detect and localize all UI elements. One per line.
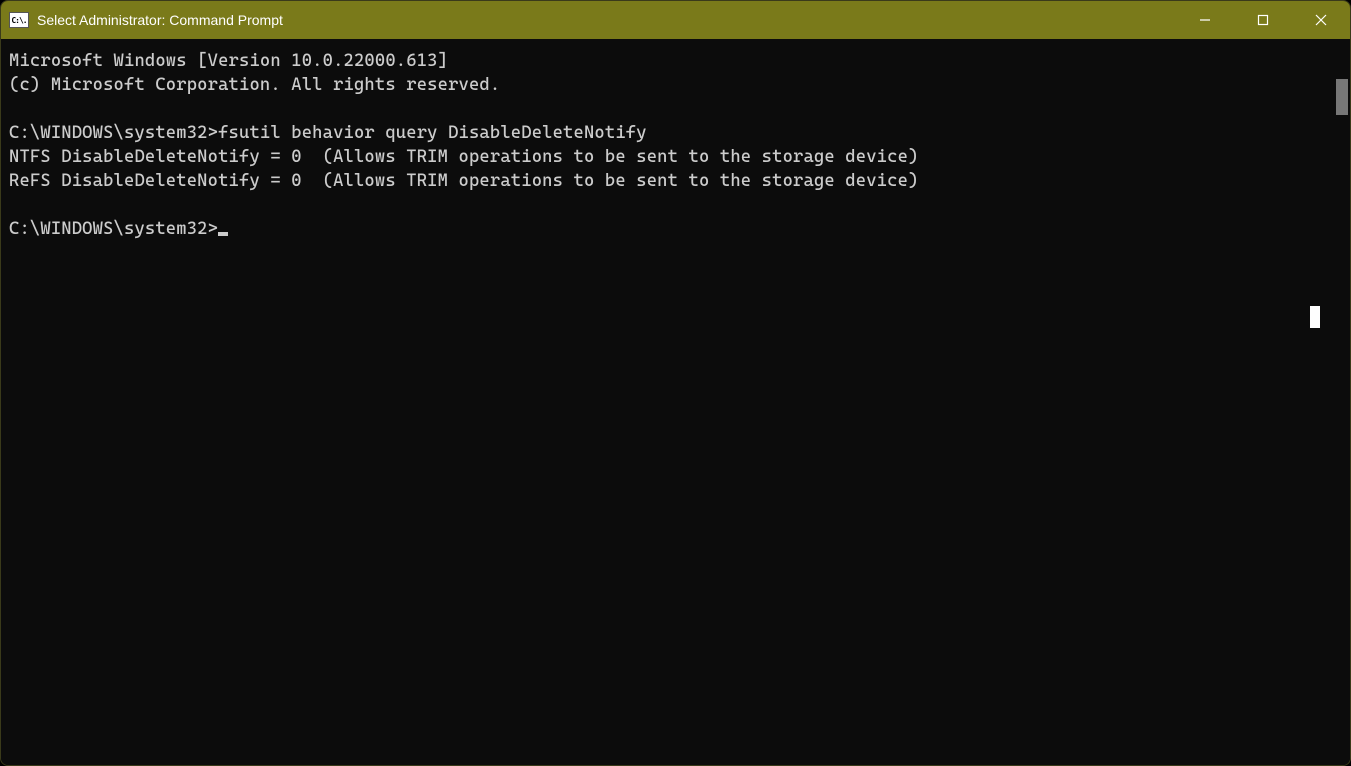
minimize-icon xyxy=(1199,14,1211,26)
scrollbar-thumb[interactable] xyxy=(1336,79,1348,115)
close-icon xyxy=(1315,14,1327,26)
window-controls xyxy=(1176,1,1350,39)
minimize-button[interactable] xyxy=(1176,1,1234,39)
maximize-button[interactable] xyxy=(1234,1,1292,39)
output-line: (c) Microsoft Corporation. All rights re… xyxy=(9,75,500,95)
scrollbar-track[interactable] xyxy=(1334,79,1348,763)
output-line: C:\WINDOWS\system32>fsutil behavior quer… xyxy=(9,123,647,143)
app-icon: C:\. xyxy=(9,12,29,28)
terminal-output[interactable]: Microsoft Windows [Version 10.0.22000.61… xyxy=(1,39,1350,251)
output-line: ReFS DisableDeleteNotify = 0 (Allows TRI… xyxy=(9,171,919,191)
command-prompt-window: C:\. Select Administrator: Command Promp… xyxy=(0,0,1351,766)
terminal-area[interactable]: Microsoft Windows [Version 10.0.22000.61… xyxy=(1,39,1350,765)
output-line: Microsoft Windows [Version 10.0.22000.61… xyxy=(9,51,448,71)
maximize-icon xyxy=(1257,14,1269,26)
selection-caret xyxy=(1310,306,1320,328)
window-title: Select Administrator: Command Prompt xyxy=(37,12,283,28)
titlebar[interactable]: C:\. Select Administrator: Command Promp… xyxy=(1,1,1350,39)
close-button[interactable] xyxy=(1292,1,1350,39)
cursor xyxy=(218,232,228,236)
output-line: NTFS DisableDeleteNotify = 0 (Allows TRI… xyxy=(9,147,919,167)
prompt: C:\WINDOWS\system32> xyxy=(9,219,218,239)
